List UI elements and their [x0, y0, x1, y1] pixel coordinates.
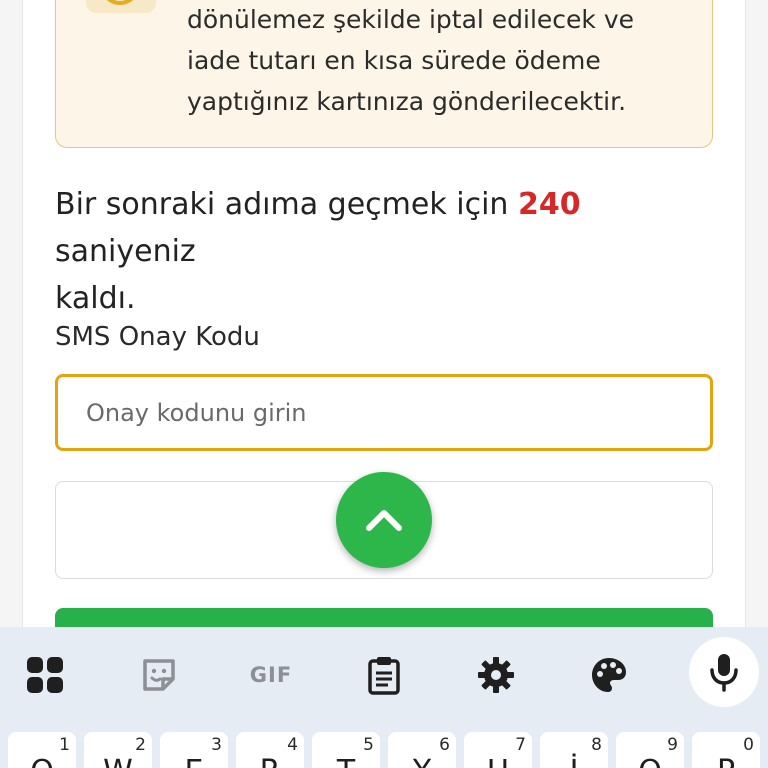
notice-text: dönülemez şekilde iptal edilecek ve iade…	[187, 0, 707, 122]
sms-code-label: SMS Onay Kodu	[55, 322, 260, 352]
key-e[interactable]: 3 E	[160, 732, 228, 768]
key-letter: Q	[8, 754, 76, 768]
notice-line: yaptığınız kartınıza gönderilecektir.	[187, 87, 627, 116]
key-hint: 0	[743, 735, 754, 755]
sticker-icon[interactable]	[131, 647, 187, 703]
key-letter: P	[692, 754, 760, 768]
key-hint: 2	[135, 735, 146, 755]
clipboard-icon[interactable]	[356, 647, 412, 703]
key-r[interactable]: 4 R	[236, 732, 304, 768]
key-hint: 1	[59, 735, 70, 755]
settings-gear-icon[interactable]	[468, 647, 524, 703]
palette-icon[interactable]	[581, 647, 637, 703]
key-letter: Y	[388, 754, 456, 768]
gif-icon[interactable]: GIF	[243, 647, 299, 703]
key-w[interactable]: 2 W	[84, 732, 152, 768]
countdown-prefix: Bir sonraki adıma geçmek için	[55, 187, 518, 222]
key-letter: R	[236, 754, 304, 768]
countdown-seconds: 240	[517, 187, 581, 222]
info-icon	[86, 0, 156, 13]
key-dotted-i[interactable]: 8 İ	[540, 732, 608, 768]
microphone-icon	[710, 654, 738, 692]
countdown-line2: kaldı.	[55, 281, 136, 316]
key-u[interactable]: 7 U	[464, 732, 532, 768]
key-hint: 9	[667, 735, 678, 755]
key-letter: W	[84, 754, 152, 768]
countdown-text: Bir sonraki adıma geçmek için 240 saniye…	[55, 181, 715, 322]
key-t[interactable]: 5 T	[312, 732, 380, 768]
chevron-up-icon	[366, 510, 402, 531]
key-hint: 3	[211, 735, 222, 755]
key-letter: E	[160, 754, 228, 768]
microphone-button[interactable]	[689, 637, 759, 707]
key-letter: U	[464, 754, 532, 768]
on-screen-keyboard: GIF 1 2 3 4 5 6 7 8 9 0	[0, 627, 768, 768]
key-letter: O	[616, 754, 684, 768]
countdown-suffix: saniyeniz	[55, 234, 196, 269]
key-hint: 4	[287, 735, 298, 755]
key-p[interactable]: 0 P	[692, 732, 760, 768]
notice-line: iade tutarı en kısa sürede ödeme	[187, 46, 601, 75]
sms-code-input[interactable]	[55, 374, 713, 451]
key-hint: 8	[591, 735, 602, 755]
notice-line: dönülemez şekilde iptal edilecek ve	[187, 5, 635, 34]
key-letter: İ	[540, 754, 608, 768]
key-hint: 6	[439, 735, 450, 755]
apps-grid-icon[interactable]	[17, 647, 73, 703]
key-hint: 5	[363, 735, 374, 755]
refund-notice: dönülemez şekilde iptal edilecek ve iade…	[55, 0, 713, 148]
key-hint: 7	[515, 735, 526, 755]
gif-label: GIF	[249, 663, 293, 687]
scroll-top-button[interactable]	[336, 472, 432, 568]
key-o[interactable]: 9 O	[616, 732, 684, 768]
key-y[interactable]: 6 Y	[388, 732, 456, 768]
key-letter: T	[312, 754, 380, 768]
key-q[interactable]: 1 Q	[8, 732, 76, 768]
